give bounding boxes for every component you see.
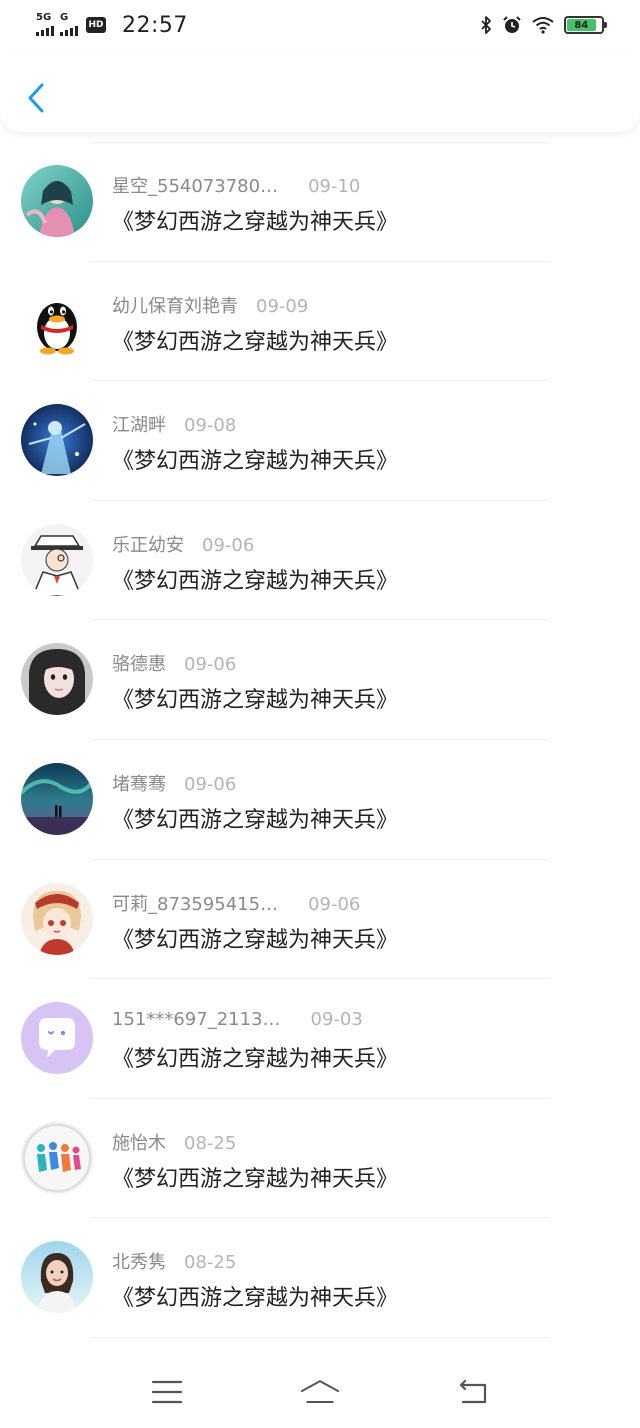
list-item[interactable]: 幼儿保育刘艳青 09-09 《梦幻西游之穿越为神天兵》 — [0, 262, 640, 382]
avatar[interactable] — [21, 404, 93, 477]
list-item[interactable]: 151***697_2113… 09-03 《梦幻西游之穿越为神天兵》 — [0, 979, 640, 1099]
book-title[interactable]: 《梦幻西游之穿越为神天兵》 — [112, 802, 398, 834]
home-button[interactable] — [300, 1375, 340, 1409]
meta: 乐正幼安 09-06 — [112, 531, 254, 557]
avatar[interactable] — [21, 284, 93, 357]
signal-bars-icon — [36, 26, 54, 36]
meta: 江湖畔 09-08 — [112, 411, 236, 437]
meta: 骆德惠 09-06 — [112, 650, 236, 676]
hd-badge: HD — [86, 17, 106, 33]
book-title[interactable]: 《梦幻西游之穿越为神天兵》 — [112, 563, 398, 595]
list-item[interactable]: 星空_554073780… 09-10 《梦幻西游之穿越为神天兵》 — [0, 142, 640, 262]
system-nav-bar — [0, 1355, 640, 1428]
list-item[interactable]: 施怡木 08-25 《梦幻西游之穿越为神天兵》 — [0, 1099, 640, 1219]
date: 09-06 — [184, 773, 237, 795]
avatar[interactable] — [21, 165, 93, 237]
date: 09-03 — [310, 1009, 363, 1031]
back-button[interactable] — [22, 78, 50, 118]
date: 09-09 — [256, 295, 309, 317]
date: 09-06 — [184, 654, 237, 676]
user-name[interactable]: 堵骞骞 — [112, 770, 166, 796]
status-bar: 5G G HD 22:57 84 — [0, 0, 640, 50]
user-name[interactable]: 骆德惠 — [112, 650, 166, 676]
date: 08-25 — [184, 1252, 237, 1274]
battery-level: 84 — [567, 19, 596, 31]
list-item[interactable]: 乐正幼安 09-06 《梦幻西游之穿越为神天兵》 — [0, 501, 640, 621]
avatar[interactable] — [21, 1241, 93, 1314]
book-title[interactable]: 《梦幻西游之穿越为神天兵》 — [112, 682, 398, 714]
date: 09-08 — [184, 415, 237, 437]
status-left: 5G G HD 22:57 — [36, 12, 188, 38]
user-name[interactable]: 施怡木 — [112, 1129, 166, 1155]
status-time: 22:57 — [122, 12, 188, 38]
meta: 北秀隽 08-25 — [112, 1248, 236, 1274]
list-item[interactable]: 骆德惠 09-06 《梦幻西游之穿越为神天兵》 — [0, 620, 640, 740]
meta: 堵骞骞 09-06 — [112, 770, 236, 796]
user-name[interactable]: 北秀隽 — [112, 1248, 166, 1274]
follower-list: 星空_554073780… 09-10 《梦幻西游之穿越为神天兵》 幼儿保育刘艳… — [0, 142, 640, 1338]
list-item[interactable]: 堵骞骞 09-06 《梦幻西游之穿越为神天兵》 — [0, 740, 640, 860]
avatar[interactable] — [21, 1121, 93, 1194]
menu-icon — [151, 1380, 182, 1403]
meta: 星空_554073780… 09-10 — [112, 172, 360, 198]
user-name[interactable]: 可莉_873595415… — [112, 890, 278, 916]
signal-g: G — [60, 12, 78, 36]
header — [0, 50, 640, 132]
network-label-5g: 5G — [36, 12, 52, 23]
signal-bars-icon — [60, 26, 78, 36]
list-item[interactable]: 江湖畔 09-08 《梦幻西游之穿越为神天兵》 — [0, 381, 640, 501]
user-name[interactable]: 幼儿保育刘艳青 — [112, 292, 238, 318]
book-title[interactable]: 《梦幻西游之穿越为神天兵》 — [112, 1280, 398, 1312]
signal-5g: 5G — [36, 12, 54, 36]
date: 09-06 — [202, 534, 255, 556]
avatar[interactable] — [21, 882, 93, 955]
list-item[interactable]: 北秀隽 08-25 《梦幻西游之穿越为神天兵》 — [0, 1218, 640, 1338]
bluetooth-icon — [481, 16, 491, 34]
list-item[interactable]: 可莉_873595415… 09-06 《梦幻西游之穿越为神天兵》 — [0, 860, 640, 980]
meta: 151***697_2113… 09-03 — [112, 1009, 363, 1030]
user-name[interactable]: 星空_554073780… — [112, 172, 278, 198]
meta: 施怡木 08-25 — [112, 1129, 236, 1155]
screen: 5G G HD 22:57 84 星空_554073780… 09-10 《梦幻… — [0, 0, 640, 1428]
user-name[interactable]: 江湖畔 — [112, 411, 166, 437]
user-name[interactable]: 乐正幼安 — [112, 531, 184, 557]
meta: 幼儿保育刘艳青 09-09 — [112, 292, 308, 318]
book-title[interactable]: 《梦幻西游之穿越为神天兵》 — [112, 1161, 398, 1193]
user-name[interactable]: 151***697_2113… — [112, 1009, 281, 1030]
network-label-g: G — [60, 12, 69, 23]
alarm-icon — [503, 16, 521, 33]
avatar[interactable] — [21, 1002, 93, 1075]
book-title[interactable]: 《梦幻西游之穿越为神天兵》 — [112, 443, 398, 475]
battery-icon: 84 — [564, 16, 607, 34]
divider — [90, 1336, 550, 1338]
date: 09-06 — [308, 893, 361, 915]
book-title[interactable]: 《梦幻西游之穿越为神天兵》 — [112, 922, 398, 954]
book-title[interactable]: 《梦幻西游之穿越为神天兵》 — [112, 1041, 398, 1073]
back-nav-button[interactable] — [453, 1375, 493, 1409]
status-right: 84 — [480, 15, 607, 35]
date: 09-10 — [308, 176, 361, 197]
book-title[interactable]: 《梦幻西游之穿越为神天兵》 — [112, 204, 398, 236]
avatar[interactable] — [21, 762, 93, 835]
back-icon — [460, 1379, 487, 1403]
menu-button[interactable] — [147, 1375, 187, 1409]
avatar[interactable] — [21, 523, 93, 596]
chevron-left-icon — [28, 83, 44, 113]
meta: 可莉_873595415… 09-06 — [112, 890, 360, 916]
book-title[interactable]: 《梦幻西游之穿越为神天兵》 — [112, 324, 398, 356]
wifi-icon — [532, 17, 554, 34]
date: 08-25 — [184, 1132, 237, 1154]
home-icon — [300, 1379, 340, 1403]
avatar[interactable] — [21, 643, 93, 716]
